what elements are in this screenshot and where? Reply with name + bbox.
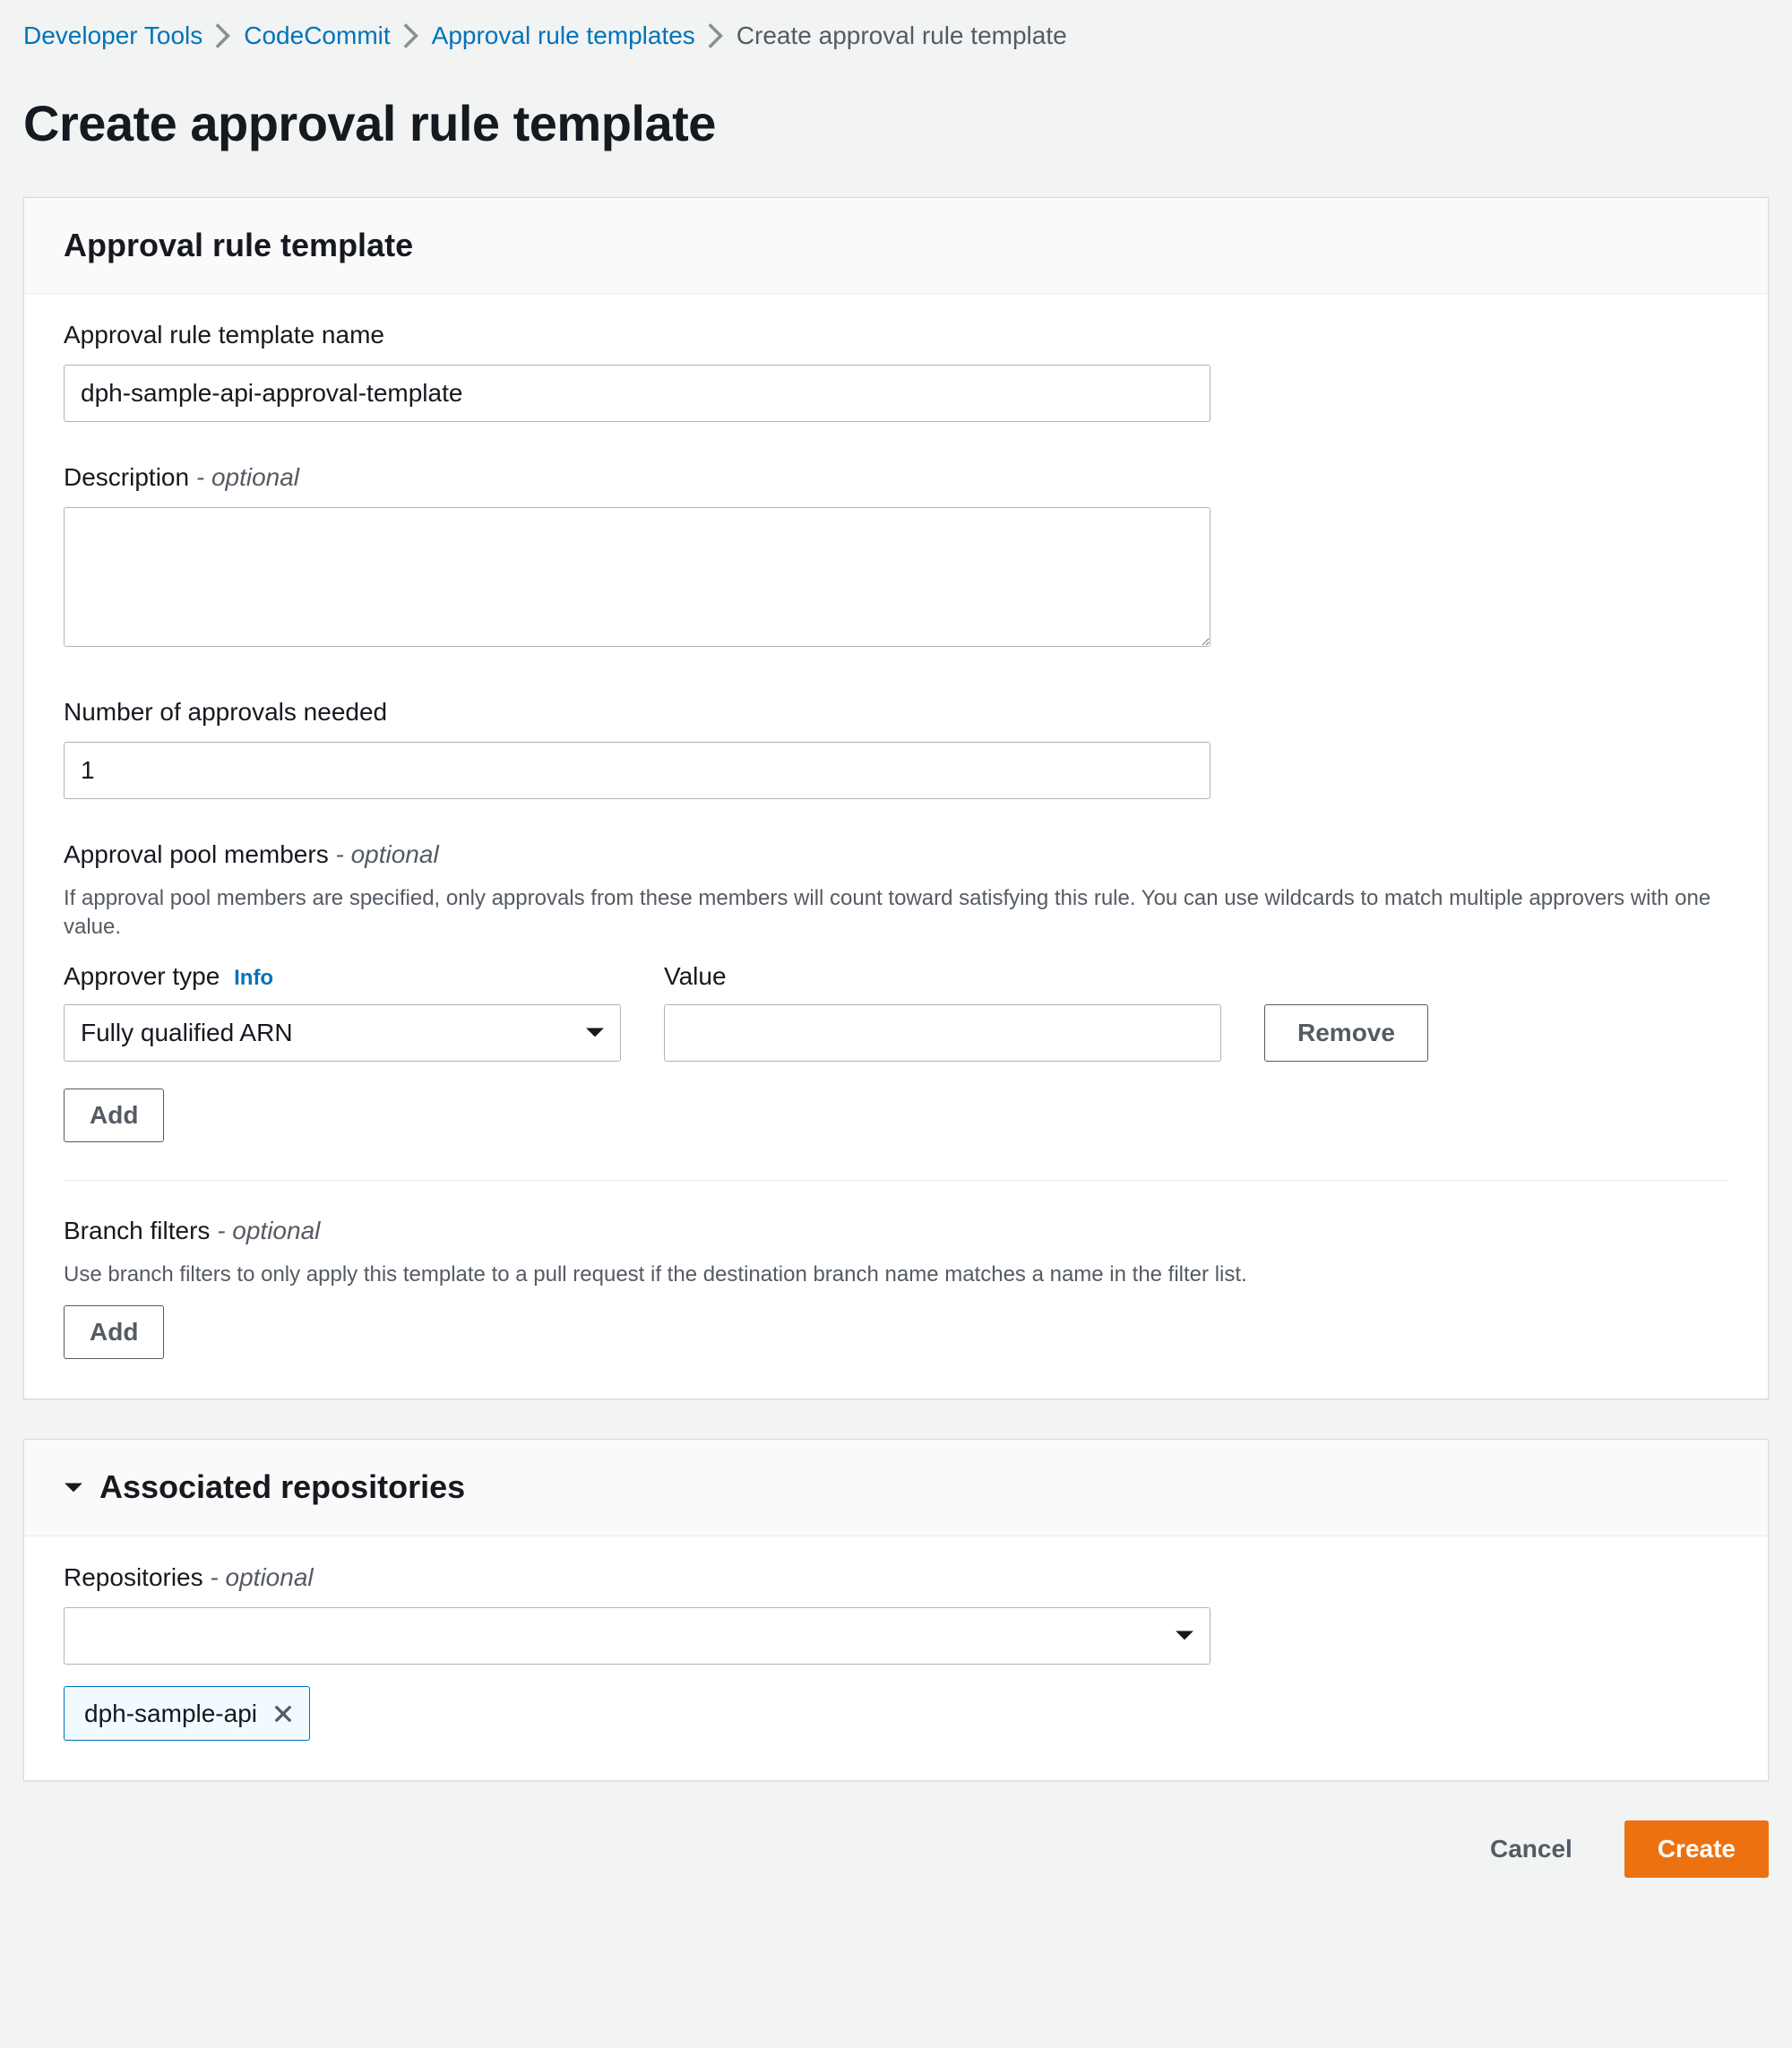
approver-type-label-text: Approver type	[64, 962, 220, 990]
form-actions: Cancel Create	[23, 1820, 1769, 1878]
template-name-label: Approval rule template name	[64, 317, 1728, 352]
approver-value-input[interactable]	[664, 1004, 1221, 1062]
repos-panel-heading: Associated repositories	[99, 1465, 465, 1510]
branch-filters-description: Use branch filters to only apply this te…	[64, 1261, 1728, 1289]
field-approval-pool-members: Approval pool members - optional If appr…	[64, 837, 1728, 1142]
repositories-select[interactable]	[64, 1607, 1210, 1665]
repositories-label-main: Repositories	[64, 1563, 203, 1591]
remove-button[interactable]: Remove	[1264, 1004, 1428, 1062]
description-label: Description - optional	[64, 460, 1728, 495]
repositories-label: Repositories - optional	[64, 1560, 1728, 1595]
breadcrumb-approval-rule-templates[interactable]: Approval rule templates	[432, 18, 695, 53]
field-template-name: Approval rule template name	[64, 317, 1728, 422]
chevron-right-icon	[403, 22, 419, 49]
approver-type-label: Approver type Info	[64, 959, 621, 994]
repo-token: dph-sample-api	[64, 1686, 310, 1741]
approval-pool-label: Approval pool members - optional	[64, 837, 1728, 872]
description-textarea[interactable]	[64, 507, 1210, 647]
approver-type-select[interactable]: Fully qualified ARN	[64, 1004, 621, 1062]
breadcrumb: Developer Tools CodeCommit Approval rule…	[23, 14, 1769, 73]
breadcrumb-codecommit[interactable]: CodeCommit	[244, 18, 390, 53]
branch-filters-label-main: Branch filters	[64, 1217, 210, 1244]
add-branch-filter-button[interactable]: Add	[64, 1305, 164, 1359]
page-title: Create approval rule template	[23, 89, 1769, 159]
breadcrumb-current: Create approval rule template	[737, 18, 1067, 53]
panel-header: Approval rule template	[24, 198, 1768, 294]
branch-filters-label-optional: - optional	[217, 1217, 320, 1244]
field-branch-filters: Branch filters - optional Use branch fil…	[64, 1213, 1728, 1360]
chevron-right-icon	[215, 22, 231, 49]
approval-pool-description: If approval pool members are specified, …	[64, 884, 1728, 942]
description-label-main: Description	[64, 463, 189, 491]
template-name-input[interactable]	[64, 365, 1210, 422]
field-description: Description - optional	[64, 460, 1728, 656]
add-pool-member-button[interactable]: Add	[64, 1089, 164, 1142]
field-approvals-needed: Number of approvals needed	[64, 694, 1728, 799]
panel-associated-repositories: Associated repositories Repositories - o…	[23, 1439, 1769, 1781]
approval-pool-label-main: Approval pool members	[64, 840, 329, 868]
approver-type-value: Fully qualified ARN	[81, 1015, 293, 1050]
divider	[64, 1180, 1728, 1181]
create-button[interactable]: Create	[1624, 1820, 1769, 1878]
info-link[interactable]: Info	[234, 966, 273, 990]
chevron-right-icon	[708, 22, 724, 49]
caret-down-icon	[64, 1482, 83, 1494]
repos-panel-header[interactable]: Associated repositories	[24, 1440, 1768, 1536]
approval-pool-label-optional: - optional	[335, 840, 438, 868]
close-icon[interactable]	[273, 1704, 293, 1724]
value-label: Value	[664, 959, 1221, 994]
repo-token-label: dph-sample-api	[84, 1696, 257, 1731]
repositories-label-optional: - optional	[210, 1563, 313, 1591]
cancel-button[interactable]: Cancel	[1458, 1820, 1605, 1878]
panel-heading: Approval rule template	[64, 223, 413, 268]
panel-approval-rule-template: Approval rule template Approval rule tem…	[23, 197, 1769, 1400]
approvals-needed-label: Number of approvals needed	[64, 694, 1728, 729]
approvals-needed-input[interactable]	[64, 742, 1210, 799]
branch-filters-label: Branch filters - optional	[64, 1213, 1728, 1248]
description-label-optional: - optional	[196, 463, 299, 491]
breadcrumb-developer-tools[interactable]: Developer Tools	[23, 18, 202, 53]
